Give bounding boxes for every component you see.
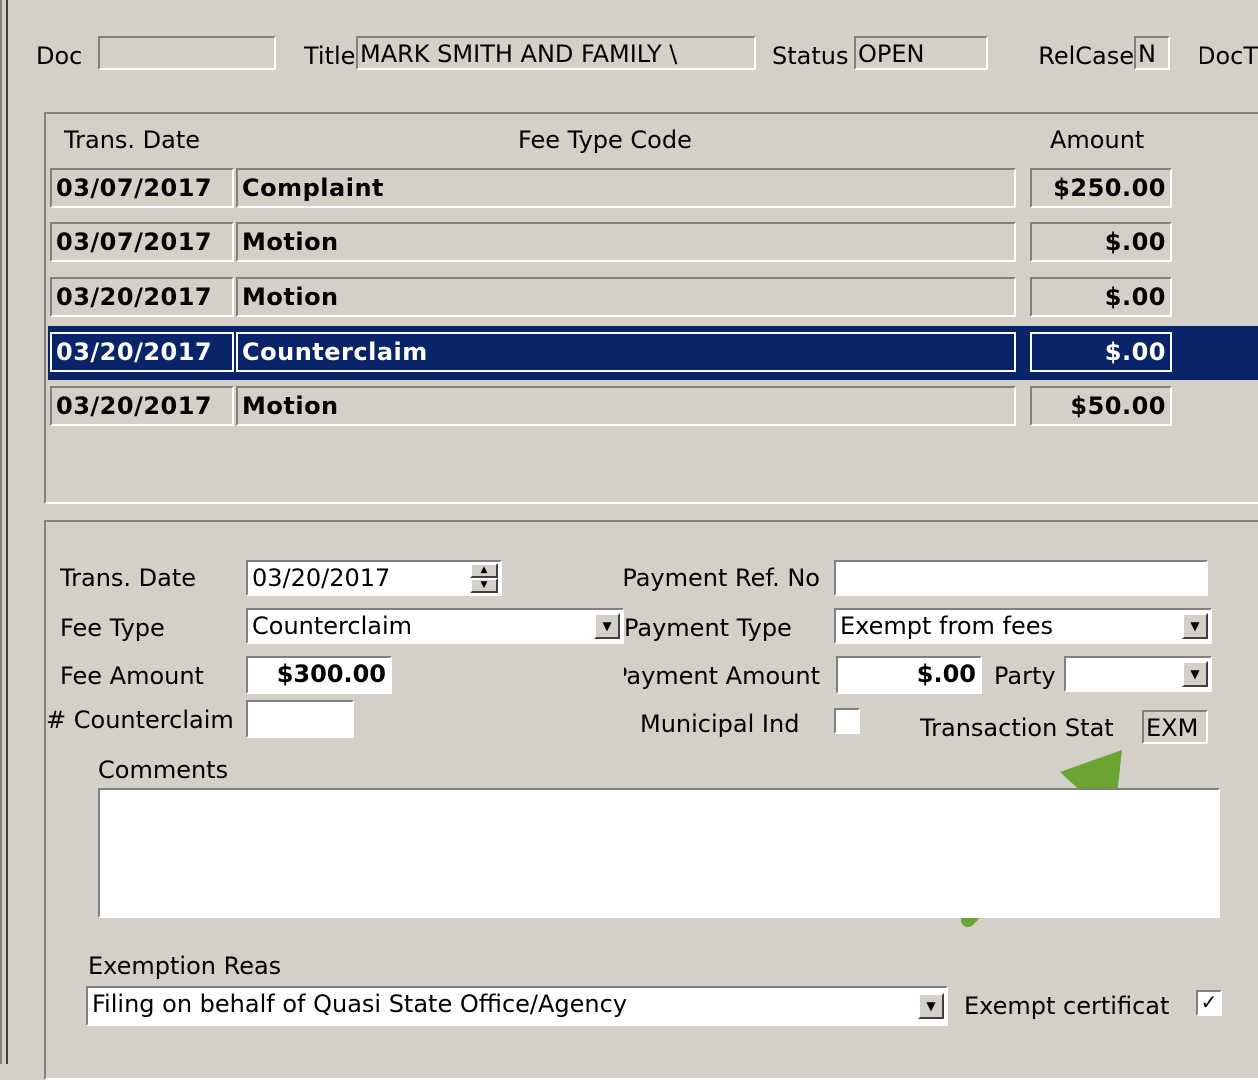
row-fee-code[interactable]: Motion (236, 277, 1016, 317)
fee-type-select[interactable]: Counterclaim (246, 608, 624, 644)
relcase-label: RelCase (1038, 42, 1134, 70)
window-left-edge-inner (6, 0, 8, 1064)
exemption-reason-dropdown-icon[interactable]: ▼ (918, 993, 944, 1019)
payment-type-label: Payment Type (624, 614, 792, 642)
title-field[interactable]: MARK SMITH AND FAMILY \ (356, 36, 756, 70)
exempt-certificate-checkbox[interactable]: ✓ (1196, 990, 1222, 1016)
doc-label: Doc (36, 42, 83, 70)
window-left-edge (0, 0, 2, 1064)
fee-type-dropdown-icon[interactable]: ▼ (594, 613, 620, 639)
payment-type-dropdown-icon[interactable]: ▼ (1182, 613, 1208, 639)
row-fee-code[interactable]: Motion (236, 386, 1016, 426)
doct-label: DocT (1200, 42, 1258, 70)
payment-amount-input[interactable]: $.00 (836, 656, 982, 694)
exempt-certificate-label: Exempt certificat (964, 992, 1170, 1020)
exemption-reason-label: Exemption Reas (88, 952, 282, 980)
fee-type-label: Fee Type (60, 614, 165, 642)
trans-date-label: Trans. Date (60, 564, 197, 592)
payment-amount-label: Payment Amount (624, 662, 820, 690)
row-date[interactable]: 03/20/2017 (50, 386, 234, 426)
transaction-status-label: Transaction Stat (920, 714, 1114, 742)
col-header-amount[interactable]: Amount (1050, 126, 1144, 154)
municipal-ind-checkbox[interactable] (834, 708, 860, 734)
payment-ref-input[interactable] (834, 560, 1208, 596)
transaction-status-field[interactable]: EXM (1142, 710, 1208, 744)
row-fee-code[interactable]: Motion (236, 222, 1016, 262)
exemption-reason-select[interactable]: Filing on behalf of Quasi State Office/A… (86, 986, 948, 1026)
table-row[interactable]: 03/20/2017 Motion $.00 (48, 273, 1258, 323)
comments-label: Comments (98, 756, 229, 784)
row-date[interactable]: 03/07/2017 (50, 222, 234, 262)
payment-ref-label: Payment Ref. No. (624, 564, 820, 592)
col-header-fee-type-code[interactable]: Fee Type Code (518, 126, 692, 154)
table-row[interactable]: 03/07/2017 Motion $.00 (48, 218, 1258, 268)
row-date[interactable]: 03/07/2017 (50, 168, 234, 208)
comments-textarea[interactable] (98, 788, 1220, 918)
col-header-trans-date[interactable]: Trans. Date (64, 126, 200, 154)
table-row[interactable]: 03/20/2017 Motion $50.00 (48, 382, 1258, 432)
fee-amount-label: Fee Amount (60, 662, 204, 690)
row-amount[interactable]: $50.00 (1030, 386, 1172, 426)
party-dropdown-icon[interactable]: ▼ (1182, 661, 1208, 687)
trans-date-input[interactable]: 03/20/2017 (246, 560, 502, 596)
row-fee-code[interactable]: Counterclaim (236, 332, 1016, 372)
row-fee-code[interactable]: Complaint (236, 168, 1016, 208)
fee-amount-input[interactable]: $300.00 (246, 656, 392, 694)
table-row[interactable]: 03/07/2017 Complaint $250.00 (48, 164, 1258, 214)
counterclaim-input[interactable] (246, 700, 354, 738)
status-label: Status (772, 42, 849, 70)
table-row-selected[interactable]: 03/20/2017 Counterclaim $.00 (48, 326, 1258, 380)
date-spinner[interactable]: ▲ ▼ (470, 563, 498, 593)
payment-type-select[interactable]: Exempt from fees (834, 608, 1212, 644)
status-field[interactable]: OPEN (854, 36, 988, 70)
title-label: Title (304, 42, 356, 70)
row-amount[interactable]: $.00 (1030, 222, 1172, 262)
row-date[interactable]: 03/20/2017 (50, 277, 234, 317)
counterclaim-label: Counterclaim # (46, 706, 234, 734)
row-amount[interactable]: $.00 (1030, 277, 1172, 317)
row-date[interactable]: 03/20/2017 (50, 332, 234, 372)
spinner-up-icon[interactable]: ▲ (470, 563, 498, 578)
row-amount[interactable]: $250.00 (1030, 168, 1172, 208)
party-label: Party (994, 662, 1056, 690)
relcase-field[interactable]: N (1134, 36, 1170, 70)
spinner-down-icon[interactable]: ▼ (470, 578, 498, 593)
row-amount[interactable]: $.00 (1030, 332, 1172, 372)
doc-field[interactable] (98, 36, 276, 70)
municipal-ind-label: Municipal Ind (640, 710, 800, 738)
